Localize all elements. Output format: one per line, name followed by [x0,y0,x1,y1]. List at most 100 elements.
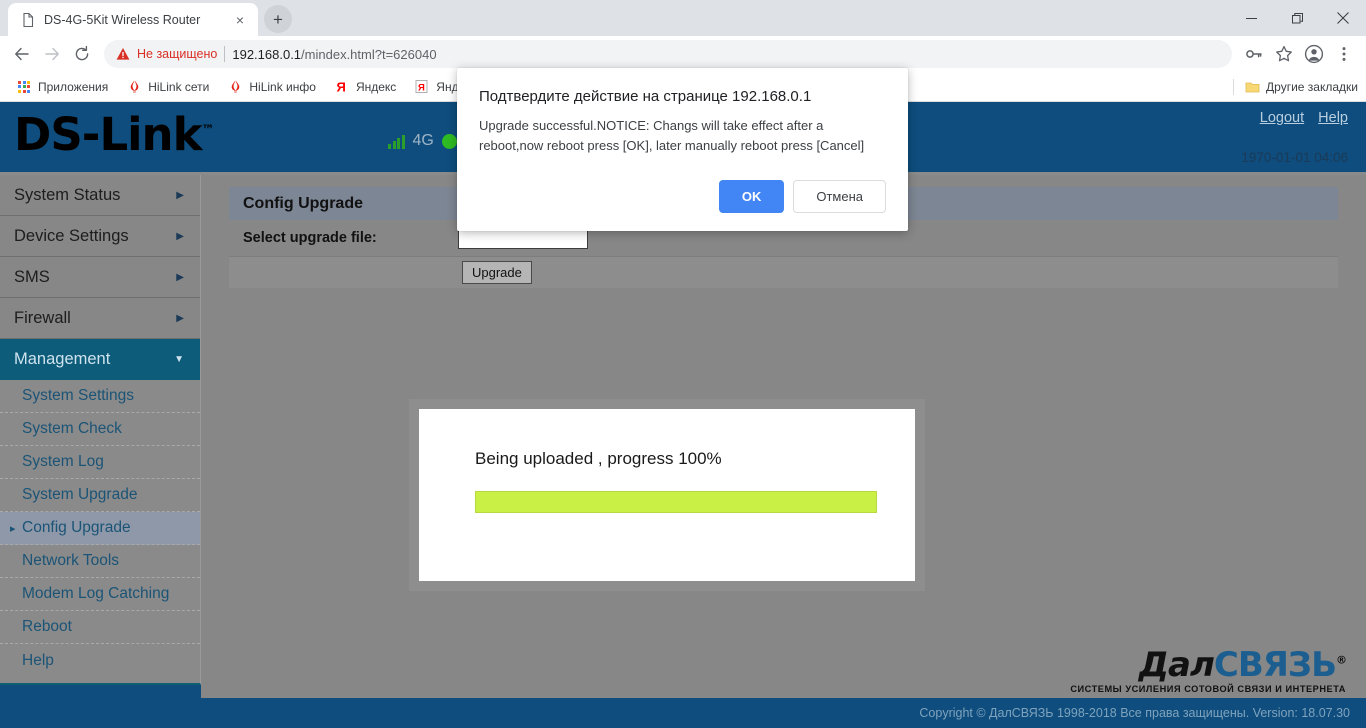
page-body: System Status ▶ Device Settings ▶ SMS ▶ … [0,175,1366,728]
sidebar-subitem-label: Config Upgrade [22,519,131,536]
yandex-icon: Я [334,79,350,95]
window-controls [1228,0,1366,36]
new-tab-button[interactable]: + [264,5,292,33]
dialog-cancel-button[interactable]: Отмена [793,180,886,214]
logout-link[interactable]: Logout [1260,110,1304,126]
back-arrow-icon[interactable] [8,40,36,68]
sidebar-item-modem-log-catching[interactable]: Modem Log Catching [0,578,200,611]
dialog-ok-button[interactable]: OK [718,180,785,214]
sidebar-subitem-label: Reboot [22,618,72,635]
sidebar-subitem-label: System Log [22,453,104,470]
reload-icon[interactable] [68,40,96,68]
sidebar-submenu: System Settings System Check System Log … [0,380,201,681]
huawei-icon [126,79,142,95]
other-bookmarks[interactable]: Другие закладки [1233,72,1358,101]
bookmark-hilink-networks[interactable]: HiLink сети [118,76,217,98]
url-text: 192.168.0.1/mindex.html?t=626040 [232,47,436,62]
upload-progress-bar [475,491,877,513]
sidebar-item-management[interactable]: Management ▼ [0,339,200,380]
submenu-end-rule [0,681,201,685]
sidebar-subitem-label: Network Tools [22,552,120,569]
bookmarks-divider [1233,79,1235,95]
sidebar-item-label: SMS [14,267,50,286]
bookmark-hilink-info[interactable]: HiLink инфо [219,76,324,98]
upload-progress-text: Being uploaded , progress 100% [475,449,722,468]
chevron-right-icon: ▶ [176,271,184,283]
chevron-right-icon: ▶ [176,312,184,324]
apps-grid-icon [16,79,32,95]
vendor-logo-part2: СВЯЗЬ [1213,645,1337,685]
bookmark-yandex[interactable]: Я Яндекс [326,76,404,98]
sidebar-item-firewall[interactable]: Firewall ▶ [0,298,200,339]
folder-icon [1244,79,1260,95]
url-path: /mindex.html?t=626040 [301,46,437,62]
sidebar-item-help[interactable]: Help [0,644,200,677]
help-link[interactable]: Help [1318,110,1348,126]
upgrade-button[interactable]: Upgrade [462,261,532,284]
bookmark-label: Яндекс [355,79,397,94]
dialog-message: Upgrade successful.NOTICE: Changs will t… [479,118,865,154]
sidebar-item-network-tools[interactable]: Network Tools [0,545,200,578]
device-datetime: 1970-01-01 04:06 [1241,150,1348,165]
address-bar[interactable]: Не защищено 192.168.0.1/mindex.html?t=62… [104,40,1232,68]
yandex-box-icon: Я [414,79,430,95]
sidebar-subitem-label: Modem Log Catching [22,585,170,602]
sidebar-item-device-settings[interactable]: Device Settings ▶ [0,216,200,257]
svg-text:Я: Я [336,80,345,95]
sidebar: System Status ▶ Device Settings ▶ SMS ▶ … [0,175,201,728]
sidebar-item-label: Management [14,349,111,368]
other-bookmarks-label: Другие закладки [1266,80,1358,94]
sidebar-item-system-log[interactable]: System Log [0,446,200,479]
sidebar-item-system-upgrade[interactable]: System Upgrade [0,479,200,512]
dialog-title: Подтвердите действие на странице 192.168… [479,88,812,105]
copyright-text: Copyright © ДалСВЯЗЬ 1998-2018 Все права… [919,706,1350,720]
sidebar-item-system-settings[interactable]: System Settings [0,380,200,413]
key-icon[interactable] [1240,40,1268,68]
omnibox-divider [224,46,226,62]
chevron-right-icon: ▶ [176,189,184,201]
chevron-down-icon: ▼ [174,353,184,365]
browser-tab[interactable]: DS-4G-5Kit Wireless Router × [8,3,258,36]
page-icon [20,12,36,28]
browser-window: DS-4G-5Kit Wireless Router × + Не защище… [0,0,1366,728]
sidebar-item-system-status[interactable]: System Status ▶ [0,175,200,216]
site-logo: DS-Link™ [14,108,215,161]
sidebar-item-reboot[interactable]: Reboot [0,611,200,644]
minimize-icon[interactable] [1228,0,1274,36]
bookmark-label: Приложения [38,79,109,94]
browser-toolbar: Не защищено 192.168.0.1/mindex.html?t=62… [0,36,1366,72]
bookmark-label: HiLink инфо [249,79,316,94]
star-icon[interactable] [1270,40,1298,68]
close-icon[interactable] [1320,0,1366,36]
upload-progress-fill [476,492,876,512]
sidebar-item-config-upgrade[interactable]: Config Upgrade [0,512,200,545]
bookmark-label: HiLink сети [148,79,210,94]
sidebar-subitem-label: System Check [22,420,122,437]
sidebar-subitem-label: System Upgrade [22,486,138,503]
upgrade-button-row: Upgrade [229,256,1338,288]
bookmark-apps[interactable]: Приложения [8,76,116,98]
security-status-label: Не защищено [137,47,218,61]
menu-icon[interactable] [1330,40,1358,68]
header-links: Logout Help [1250,110,1348,126]
sidebar-item-sms[interactable]: SMS ▶ [0,257,200,298]
sidebar-item-system-check[interactable]: System Check [0,413,200,446]
vendor-logo-part1: Дал [1138,645,1215,685]
sidebar-item-label: Device Settings [14,226,129,245]
file-select-label: Select upgrade file: [243,230,377,246]
close-icon[interactable]: × [232,12,248,28]
vendor-logo: ДалСВЯЗЬ® СИСТЕМЫ УСИЛЕНИЯ СОТОВОЙ СВЯЗИ… [1070,645,1347,694]
network-type-label: 4G [412,132,434,149]
trademark-mark: ™ [201,123,215,138]
site-logo-text: DS-Link [14,108,203,161]
copyright-bar: Copyright © ДалСВЯЗЬ 1998-2018 Все права… [201,698,1366,728]
tab-strip: DS-4G-5Kit Wireless Router × + [0,0,1366,36]
restore-icon[interactable] [1274,0,1320,36]
javascript-confirm-dialog: Подтвердите действие на странице 192.168… [457,68,908,232]
vendor-logo-text: ДалСВЯЗЬ® [1070,645,1347,685]
sidebar-main-menu: System Status ▶ Device Settings ▶ SMS ▶ … [0,175,201,380]
profile-icon[interactable] [1300,40,1328,68]
forward-arrow-icon[interactable] [38,40,66,68]
sidebar-item-label: System Status [14,185,121,204]
vendor-tagline: СИСТЕМЫ УСИЛЕНИЯ СОТОВОЙ СВЯЗИ И ИНТЕРНЕ… [1070,684,1346,694]
